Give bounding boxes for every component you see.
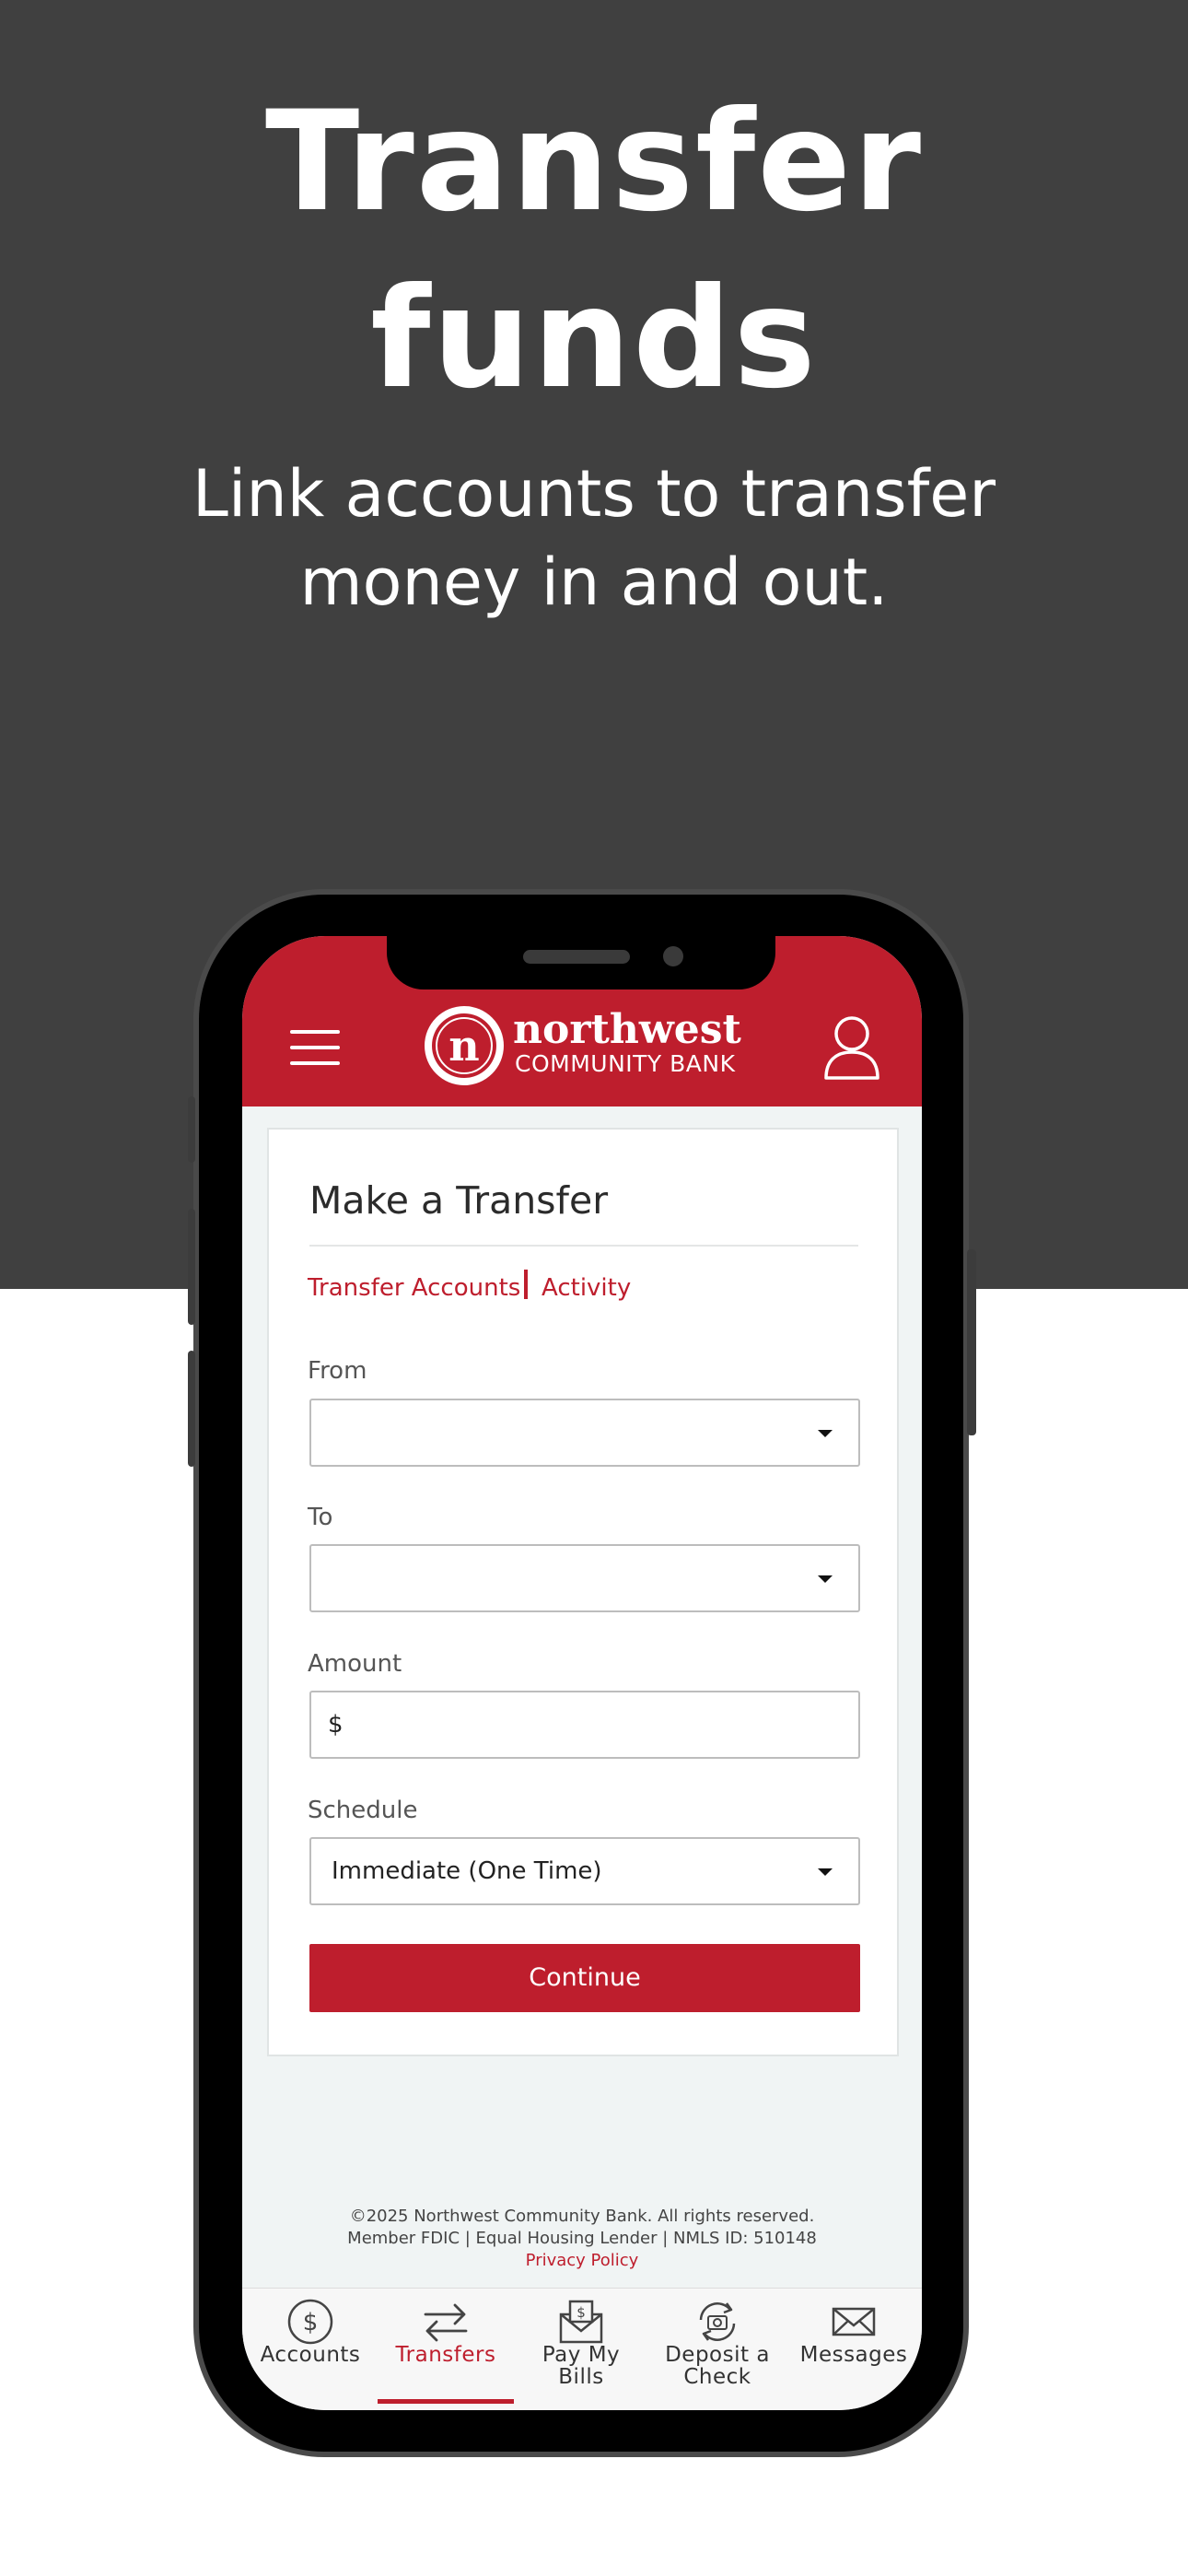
tab-label-line-2: Check bbox=[683, 2365, 751, 2389]
currency-prefix: $ bbox=[328, 1711, 344, 1739]
envelope-bill-icon: $ bbox=[559, 2300, 603, 2344]
from-label: From bbox=[308, 1357, 367, 1385]
camera-refresh-icon bbox=[699, 2302, 736, 2341]
power-button bbox=[967, 1249, 976, 1435]
volume-up-button bbox=[188, 1209, 195, 1325]
divider bbox=[309, 1245, 858, 1247]
tab-label-line-1: Pay My bbox=[542, 2343, 621, 2367]
tab-label: Pay My Bills bbox=[513, 2344, 649, 2388]
chevron-down-icon bbox=[818, 1575, 833, 1583]
front-camera bbox=[663, 946, 683, 966]
continue-button[interactable]: Continue bbox=[309, 1944, 860, 2012]
silent-switch bbox=[188, 1096, 195, 1163]
tab-deposit-a-check[interactable]: Deposit a Check bbox=[649, 2289, 786, 2410]
tab-label: Accounts bbox=[260, 2343, 361, 2367]
active-tab-indicator bbox=[378, 2399, 514, 2404]
transfer-accounts-link[interactable]: Transfer Accounts bbox=[308, 1271, 520, 1305]
bottom-tab-bar: $ Accounts Transfers $ Pay My Bills Depo… bbox=[242, 2288, 922, 2410]
card-title: Make a Transfer bbox=[309, 1178, 609, 1223]
hero-subtitle-line-2: money in and out. bbox=[299, 544, 889, 620]
svg-text:$: $ bbox=[303, 2309, 319, 2336]
mail-icon bbox=[832, 2307, 876, 2336]
from-select[interactable] bbox=[309, 1399, 860, 1467]
hero-subtitle-line-1: Link accounts to transfer bbox=[192, 456, 996, 532]
tab-label-line-1: Deposit a bbox=[665, 2343, 770, 2367]
copyright-text: ©2025 Northwest Community Bank. All righ… bbox=[349, 2207, 815, 2226]
menu-icon[interactable] bbox=[290, 1030, 340, 1065]
tab-accounts[interactable]: $ Accounts bbox=[242, 2289, 379, 2410]
tab-label-line-2: Bills bbox=[558, 2365, 604, 2389]
link-separator bbox=[524, 1270, 528, 1299]
amount-input[interactable]: $ bbox=[309, 1691, 860, 1759]
phone-screen: n northwest COMMUNITY BANK Make a Transf… bbox=[242, 936, 922, 2410]
hero-title-line-2: funds bbox=[370, 259, 818, 419]
amount-label: Amount bbox=[308, 1650, 402, 1678]
transfer-arrows-icon bbox=[424, 2303, 468, 2342]
hero-subtitle: Link accounts to transfer money in and o… bbox=[184, 450, 1004, 626]
chevron-down-icon bbox=[818, 1868, 833, 1876]
transfer-card: Make a Transfer Transfer Accounts Activi… bbox=[267, 1128, 899, 2056]
tab-label: Messages bbox=[799, 2343, 908, 2367]
speaker-grille bbox=[523, 950, 630, 964]
tab-transfers[interactable]: Transfers bbox=[378, 2289, 514, 2410]
logo-letter: n bbox=[448, 1021, 479, 1071]
hero-title-line-1: Transfer bbox=[264, 82, 924, 242]
privacy-policy-link[interactable]: Privacy Policy bbox=[242, 2250, 922, 2272]
schedule-label: Schedule bbox=[308, 1797, 418, 1824]
tab-label: Deposit a Check bbox=[649, 2344, 786, 2388]
bank-logo-icon: n bbox=[425, 1006, 504, 1085]
tab-messages[interactable]: Messages bbox=[786, 2289, 922, 2410]
tab-label: Transfers bbox=[395, 2343, 496, 2367]
to-select[interactable] bbox=[309, 1544, 860, 1612]
profile-icon[interactable] bbox=[822, 1015, 881, 1082]
schedule-select[interactable]: Immediate (One Time) bbox=[309, 1837, 860, 1905]
legal-text: Member FDIC | Equal Housing Lender | NML… bbox=[347, 2229, 817, 2248]
tab-pay-my-bills[interactable]: $ Pay My Bills bbox=[513, 2289, 649, 2410]
hero-title: Transfer funds bbox=[0, 74, 1188, 427]
svg-text:$: $ bbox=[577, 2304, 586, 2321]
to-label: To bbox=[308, 1504, 333, 1531]
schedule-value: Immediate (One Time) bbox=[332, 1857, 602, 1885]
brand-name: northwest bbox=[513, 1006, 741, 1053]
volume-down-button bbox=[188, 1351, 195, 1467]
chevron-down-icon bbox=[818, 1430, 833, 1437]
brand-subtitle: COMMUNITY BANK bbox=[515, 1050, 736, 1077]
activity-link[interactable]: Activity bbox=[542, 1271, 631, 1305]
dollar-circle-icon: $ bbox=[287, 2299, 333, 2345]
